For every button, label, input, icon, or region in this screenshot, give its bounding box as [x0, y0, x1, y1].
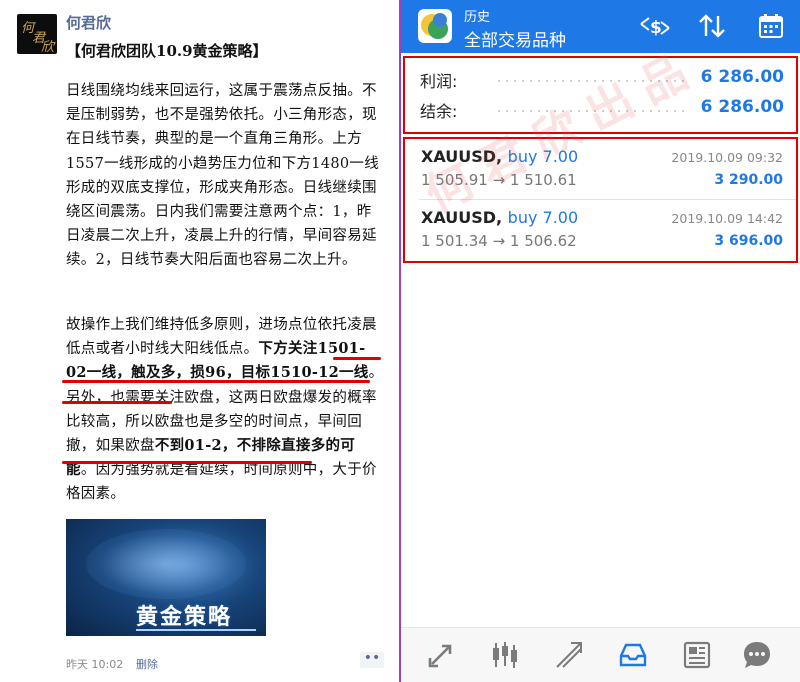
bottom-navigation: [401, 627, 800, 682]
deal-time: 2019.10.09 14:42: [671, 211, 783, 226]
deal-profit: 3 290.00: [714, 172, 783, 188]
balance-value: 6 286.00: [700, 97, 784, 117]
author-name[interactable]: 何君欣: [66, 12, 111, 33]
logo-shape: [433, 13, 447, 27]
svg-text:$: $: [650, 18, 662, 38]
header-title[interactable]: 全部交易品种: [464, 26, 566, 51]
deal-symbol: XAUUSD, buy 7.00: [421, 208, 578, 227]
sort-icon[interactable]: [695, 12, 729, 40]
history-svg: [619, 643, 647, 667]
dollar-swap-svg: $: [640, 17, 670, 38]
chart-icon[interactable]: [485, 638, 525, 672]
deal-profit: 3 696.00: [714, 233, 783, 249]
mt4-history-panel: 历史 全部交易品种 $ 利润: 6 286.00 结余: 6 286.00 XA…: [401, 0, 800, 682]
avatar[interactable]: 何 君 欣: [17, 14, 57, 54]
news-icon[interactable]: [677, 638, 717, 672]
chat-icon[interactable]: [737, 638, 777, 672]
red-underline: [62, 461, 312, 464]
deals-box: XAUUSD, buy 7.00 1 505.91 → 1 510.61 201…: [403, 137, 798, 263]
dotted-leader: [495, 80, 685, 82]
more-button[interactable]: ••: [360, 651, 384, 668]
chart-svg: [493, 642, 517, 668]
trade-svg: [556, 642, 582, 668]
deal-row[interactable]: XAUUSD, buy 7.00 1 505.91 → 1 510.61 201…: [405, 139, 796, 200]
header-subtitle: 历史: [464, 10, 491, 25]
delete-link[interactable]: 删除: [136, 656, 158, 672]
text-segment: 。因为强势就是看延续，时间原则中，大于价格因素。: [66, 462, 377, 503]
deal-symbol: XAUUSD, buy 7.00: [421, 147, 578, 166]
sort-svg: [699, 14, 725, 38]
calendar-icon[interactable]: [755, 12, 787, 40]
history-icon[interactable]: [613, 638, 653, 672]
summary-box: 利润: 6 286.00 结余: 6 286.00: [403, 56, 798, 134]
world-map-glow: [86, 529, 246, 599]
deal-side: buy 7.00: [507, 147, 579, 166]
header-bar: 历史 全部交易品种 $: [401, 0, 800, 53]
dollar-swap-icon[interactable]: $: [637, 12, 673, 40]
metatrader-logo-icon[interactable]: [418, 9, 452, 43]
quotes-icon[interactable]: [421, 638, 461, 672]
strategy-banner-image[interactable]: 黄金策略: [66, 519, 266, 636]
red-underline: [62, 380, 370, 383]
profit-label: 利润:: [420, 72, 458, 91]
banner-title: 黄金策略: [136, 605, 233, 630]
calendar-svg: [759, 14, 783, 38]
chat-svg: [744, 642, 770, 668]
news-svg: [683, 641, 711, 669]
quotes-svg: [428, 644, 452, 668]
profit-value: 6 286.00: [700, 67, 784, 87]
balance-label: 结余:: [420, 102, 458, 121]
wechat-moment-panel: 何 君 欣 何君欣 【何君欣团队10.9黄金策略】 日线围绕均线来回运行，这属于…: [0, 0, 399, 682]
deal-prices: 1 505.91 → 1 510.61: [421, 171, 577, 189]
deal-time: 2019.10.09 09:32: [671, 150, 783, 165]
dotted-leader: [495, 110, 685, 112]
symbol-text: XAUUSD,: [421, 147, 503, 166]
banner-underline: [136, 629, 256, 631]
trade-icon[interactable]: [549, 638, 589, 672]
red-underline: [62, 401, 172, 404]
red-underline: [333, 357, 381, 360]
post-paragraph: 日线围绕均线来回运行，这属于震荡点反抽。不是压制弱势，也不是强势依托。小三角形态…: [66, 83, 380, 269]
post-time: 昨天 10:02: [66, 658, 124, 671]
deal-prices: 1 501.34 → 1 506.62: [421, 232, 577, 250]
symbol-text: XAUUSD,: [421, 208, 503, 227]
deal-row[interactable]: XAUUSD, buy 7.00 1 501.34 → 1 506.62 201…: [405, 200, 796, 260]
post-title: 【何君欣团队10.9黄金策略】: [66, 42, 268, 60]
post-paragraph: 故操作上我们维持低多原则，进场点位依托凌晨低点或者小时线大阳线低点。下方关注15…: [66, 313, 384, 507]
deal-side: buy 7.00: [507, 208, 579, 227]
avatar-char: 欣: [41, 40, 55, 54]
